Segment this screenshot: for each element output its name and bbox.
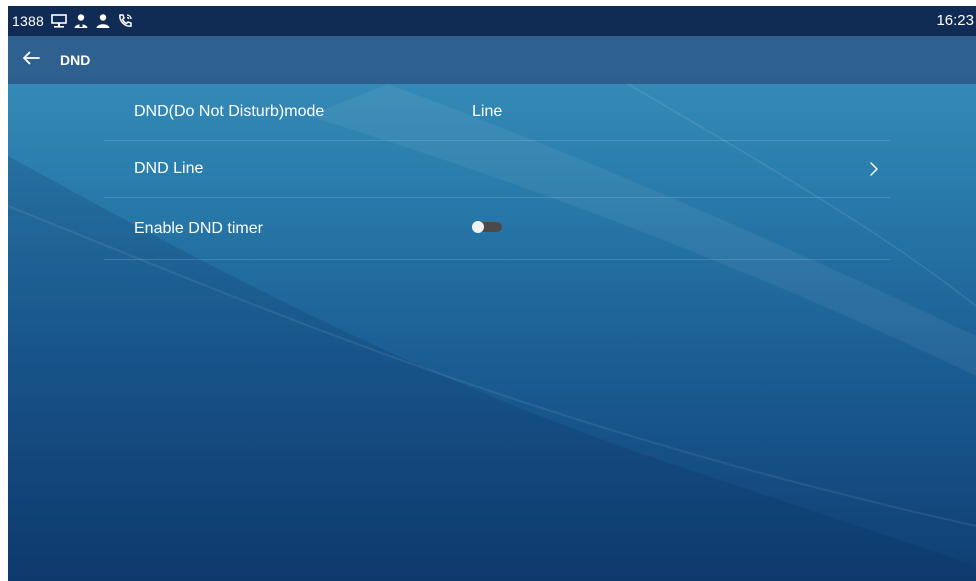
computer-icon xyxy=(50,12,68,30)
extension-number: 1388 xyxy=(12,13,44,29)
dnd-line-label: DND Line xyxy=(134,160,204,177)
title-bar: DND xyxy=(8,36,976,84)
dnd-mode-label: DND(Do Not Disturb)mode xyxy=(134,103,325,120)
contacts-icon xyxy=(72,12,90,30)
back-button[interactable] xyxy=(8,36,54,84)
status-bar: 1388 16:23 xyxy=(8,6,976,36)
page-title: DND xyxy=(60,52,91,68)
person-icon xyxy=(94,12,112,30)
chevron-right-icon xyxy=(868,161,880,177)
toggle-thumb xyxy=(472,221,484,233)
arrow-left-icon xyxy=(22,51,40,70)
phone-call-icon xyxy=(116,12,134,30)
phone-screen: 1388 16:23 DND DND(Do Not Disturb)mode L… xyxy=(8,6,976,581)
dnd-mode-value: Line xyxy=(472,103,503,120)
dnd-timer-label: Enable DND timer xyxy=(134,219,263,237)
dnd-timer-toggle[interactable] xyxy=(472,221,502,233)
clock-time: 16:23 xyxy=(936,12,974,29)
dnd-line-row[interactable]: DND Line xyxy=(104,141,890,198)
settings-list: DND(Do Not Disturb)mode Line DND Line En… xyxy=(104,84,890,260)
dnd-timer-row: Enable DND timer xyxy=(104,198,890,260)
dnd-mode-row[interactable]: DND(Do Not Disturb)mode Line xyxy=(104,84,890,141)
